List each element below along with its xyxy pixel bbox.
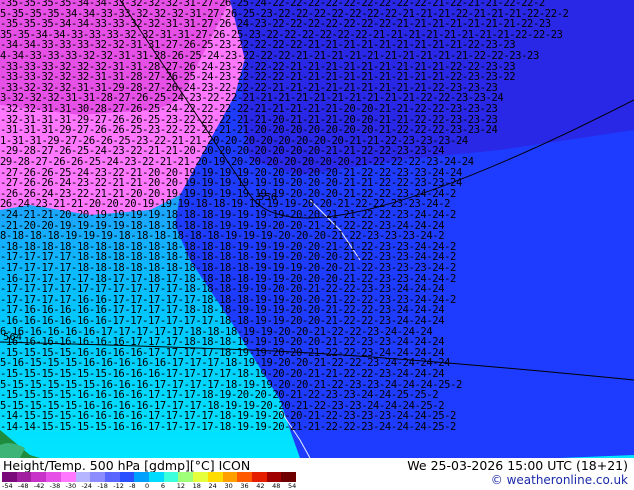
- scale-tick-label: -30: [65, 482, 77, 490]
- scale-tick-label: -18: [97, 482, 108, 490]
- scale-tick-label: 42: [256, 482, 265, 490]
- color-scale: [2, 472, 297, 482]
- scale-tick-label: -8: [129, 482, 136, 490]
- scale-swatch: [178, 472, 194, 482]
- scale-swatch: [163, 472, 179, 482]
- scale-swatch: [16, 472, 32, 482]
- map-canvas: 556 564 -35-35-35-35-34-34-33-32-32-32-3…: [0, 0, 634, 458]
- value-row: -14-14-15-15-15-15-16-16-17-17-17-17-18-…: [0, 421, 456, 433]
- scale-tick-label: 6: [160, 482, 166, 490]
- scale-swatch: [46, 472, 61, 482]
- scale-swatch: [266, 472, 282, 482]
- scale-swatch: [31, 472, 47, 482]
- scale-tick-label: 24: [208, 482, 217, 490]
- scale-swatch: [193, 472, 208, 482]
- scale-tick-label: 18: [192, 482, 201, 490]
- scale-tick-label: 12: [176, 482, 186, 490]
- scale-swatch: [60, 472, 76, 482]
- scale-tick-label: 36: [240, 482, 249, 490]
- scale-swatch: [149, 472, 164, 482]
- scale-tick-label: -38: [49, 482, 61, 490]
- scale-swatch: [237, 472, 252, 482]
- scale-tick-label: -54: [2, 482, 13, 490]
- scale-tick-label: 48: [272, 482, 281, 490]
- credit-link[interactable]: © weatheronline.co.uk: [491, 473, 628, 487]
- scale-swatch: [281, 472, 297, 482]
- scale-tick-label: -12: [113, 482, 124, 490]
- scale-tick-label: 0: [145, 482, 150, 490]
- scale-swatch: [2, 472, 17, 482]
- scale-swatch: [134, 472, 150, 482]
- scale-tick-label: -48: [17, 482, 29, 490]
- scale-tick-label: 54: [288, 482, 297, 490]
- map-title: Height/Temp. 500 hPa [gdmp][°C] ICON: [3, 458, 251, 473]
- scale-swatch: [222, 472, 238, 482]
- scale-swatch: [207, 472, 223, 482]
- scale-tick-label: 30: [224, 482, 233, 490]
- scale-tick-label: -42: [33, 482, 45, 490]
- valid-time: We 25-03-2026 15:00 UTC (18+21): [407, 458, 628, 473]
- scale-swatch: [251, 472, 267, 482]
- scale-swatch: [90, 472, 105, 482]
- scale-swatch: [75, 472, 91, 482]
- footer: Height/Temp. 500 hPa [gdmp][°C] ICON We …: [0, 458, 634, 490]
- scale-swatch: [119, 472, 135, 482]
- color-scale-ticks: -54 -48 -42 -38 -30 -24 -18 -12 -8 0 6 12 18 24 30 36 42…: [0, 482, 300, 490]
- scale-tick-label: -24: [81, 482, 93, 490]
- scale-swatch: [104, 472, 120, 482]
